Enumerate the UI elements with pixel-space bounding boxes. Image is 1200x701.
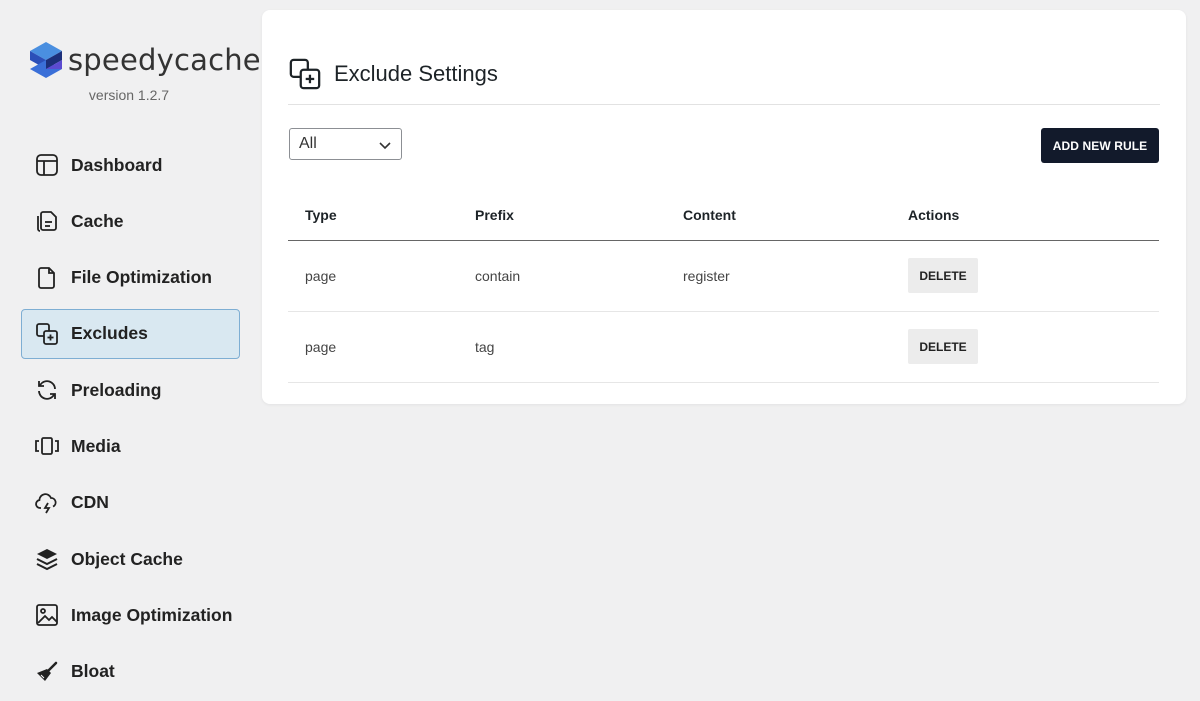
sidebar-item-image-optimization[interactable]: Image Optimization	[21, 590, 240, 640]
sidebar-item-label: Bloat	[71, 661, 115, 682]
excludes-icon	[34, 321, 60, 347]
sidebar-item-label: Object Cache	[71, 548, 183, 569]
card-header: Exclude Settings	[288, 54, 498, 94]
exclude-settings-card: Exclude Settings All ADD NEW RULE Type P…	[262, 10, 1186, 404]
table-row: page contain register DELETE	[288, 240, 1159, 312]
sidebar-item-label: File Optimization	[71, 267, 212, 288]
sidebar-item-label: Cache	[71, 210, 124, 231]
column-header-type: Type	[288, 190, 458, 241]
speedycache-logo-icon	[30, 42, 62, 78]
column-header-content: Content	[666, 190, 891, 241]
sidebar-item-dashboard[interactable]: Dashboard	[21, 140, 240, 190]
sidebar-item-bloat[interactable]: Bloat	[21, 647, 240, 697]
type-filter-select[interactable]: All	[289, 128, 402, 160]
cell-actions: DELETE	[891, 311, 1159, 383]
select-value: All	[299, 135, 317, 152]
page-title: Exclude Settings	[334, 61, 498, 86]
brand[interactable]: speedycache	[28, 40, 261, 80]
sidebar-item-label: Image Optimization	[71, 604, 233, 625]
sidebar-item-object-cache[interactable]: Object Cache	[21, 534, 240, 584]
version-label: version 1.2.7	[88, 87, 170, 103]
sidebar-item-label: Media	[71, 435, 121, 456]
chevron-down-icon	[379, 142, 391, 150]
cell-type: page	[288, 240, 458, 312]
media-icon	[34, 433, 60, 459]
cell-actions: DELETE	[891, 240, 1159, 312]
image-icon	[34, 602, 60, 628]
sidebar-item-excludes[interactable]: Excludes	[21, 308, 240, 359]
divider	[288, 104, 1160, 105]
cell-content	[666, 311, 891, 383]
cell-prefix: tag	[458, 311, 666, 383]
file-icon	[34, 265, 60, 291]
cloud-icon	[34, 490, 60, 516]
dashboard-icon	[34, 152, 60, 178]
sidebar-item-label: Dashboard	[71, 154, 163, 175]
table-row: page tag DELETE	[288, 311, 1159, 383]
cell-content: register	[666, 240, 891, 312]
cell-prefix: contain	[458, 240, 666, 312]
broom-icon	[34, 659, 60, 685]
delete-button[interactable]: DELETE	[908, 329, 978, 364]
exclude-rules-table: Type Prefix Content Actions page contain…	[288, 190, 1159, 383]
delete-button[interactable]: DELETE	[908, 258, 978, 293]
cache-icon	[34, 208, 60, 234]
excludes-icon	[289, 58, 321, 90]
column-header-prefix: Prefix	[458, 190, 666, 241]
layers-icon	[34, 546, 60, 572]
sidebar-item-cache[interactable]: Cache	[21, 196, 240, 246]
sidebar-item-preloading[interactable]: Preloading	[21, 365, 240, 415]
sidebar-item-media[interactable]: Media	[21, 421, 240, 471]
sidebar-item-file-optimization[interactable]: File Optimization	[21, 253, 240, 303]
add-new-rule-button[interactable]: ADD NEW RULE	[1041, 128, 1159, 163]
table-header-row: Type Prefix Content Actions	[288, 190, 1159, 241]
column-header-actions: Actions	[891, 190, 1159, 241]
sidebar-item-label: Preloading	[71, 379, 162, 400]
sidebar-item-cdn[interactable]: CDN	[21, 478, 240, 528]
brand-name: speedycache	[68, 43, 261, 77]
sidebar-item-label: Excludes	[71, 323, 148, 344]
sidebar-item-label: CDN	[71, 492, 109, 513]
sidebar-nav: Dashboard Cache File Optimization Exclud…	[21, 140, 240, 701]
cell-type: page	[288, 311, 458, 383]
sidebar: speedycache version 1.2.7 Dashboard Cach…	[0, 0, 261, 701]
refresh-icon	[34, 377, 60, 403]
